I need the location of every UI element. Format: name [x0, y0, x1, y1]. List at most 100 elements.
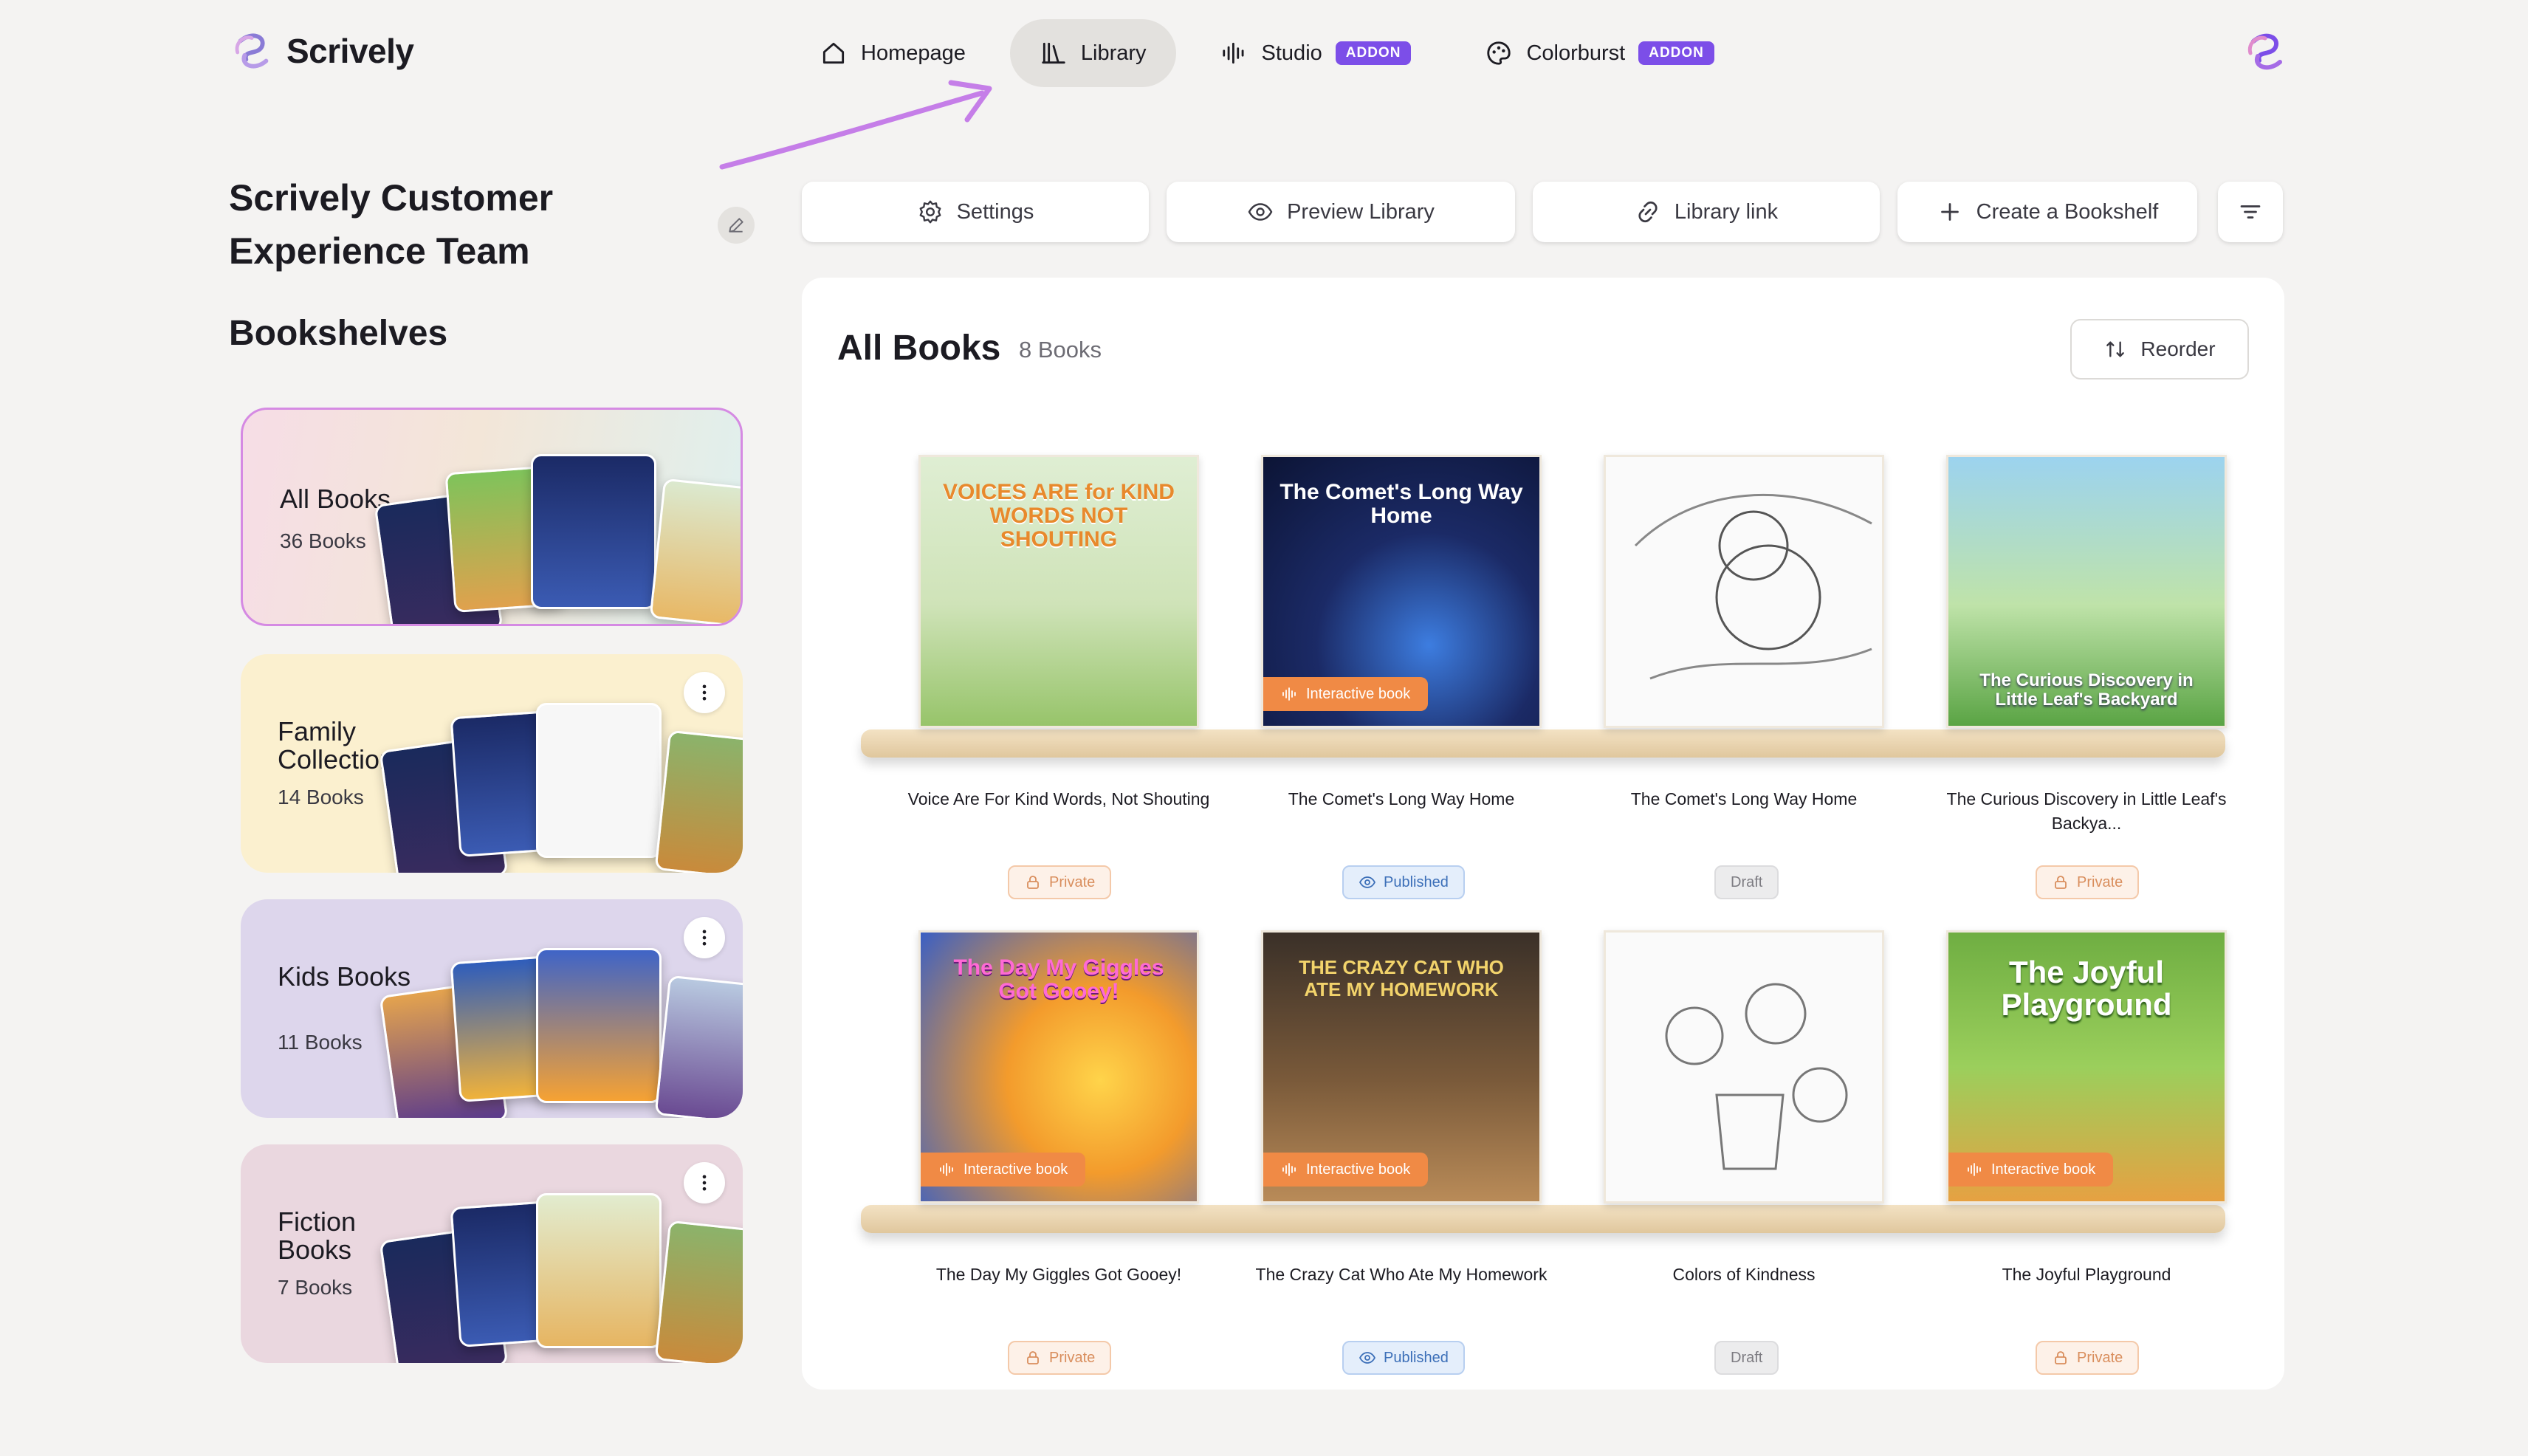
- mini-cover: [536, 948, 662, 1103]
- mini-cover: [531, 454, 656, 609]
- book-title: Voice Are For Kind Words, Not Shouting: [907, 789, 1210, 808]
- filter-icon: [2240, 205, 2261, 219]
- plus-icon: [1940, 203, 1959, 221]
- edit-team-button[interactable]: [718, 207, 755, 244]
- status-label: Published: [1384, 873, 1449, 890]
- bookshelf-options-button[interactable]: [684, 917, 725, 958]
- preview-library-button[interactable]: Preview Library: [1167, 182, 1515, 242]
- colorburst-addon-badge: ADDON: [1638, 41, 1714, 65]
- lock-icon: [2055, 876, 2067, 889]
- nav-homepage-label: Homepage: [861, 41, 966, 65]
- brand-name: Scrively: [286, 32, 414, 70]
- book-cover: VOICES ARE for KIND WORDS NOT SHOUTING: [918, 455, 1199, 728]
- bookshelf-kids-books[interactable]: Kids Books 11 Books: [241, 899, 743, 1118]
- sort-arrows-icon: [2106, 341, 2125, 357]
- book-cover: [1604, 930, 1884, 1203]
- create-bookshelf-button[interactable]: Create a Bookshelf: [1897, 182, 2197, 242]
- mini-cover: [654, 975, 743, 1118]
- more-vertical-icon: [702, 930, 707, 946]
- shelf-board: [861, 1205, 2225, 1233]
- shelf-board: [861, 729, 2225, 758]
- book-count: 8 Books: [1019, 337, 1102, 363]
- book-title: The Comet's Long Way Home: [1630, 789, 1858, 808]
- status-label: Private: [2077, 873, 2123, 890]
- line-art-illustration-icon: [1634, 494, 1872, 680]
- nav-studio[interactable]: Studio ADDON: [1191, 19, 1441, 87]
- interactive-tag-label: Interactive book: [1306, 685, 1411, 702]
- pencil-icon: [729, 218, 743, 233]
- mini-cover: [649, 478, 741, 624]
- bookshelf-all-books[interactable]: All Books 36 Books: [241, 408, 743, 626]
- more-vertical-icon: [702, 684, 707, 701]
- nav-colorburst-label: Colorburst: [1526, 41, 1626, 65]
- status-label: Published: [1384, 1349, 1449, 1366]
- audio-wave-icon: [1968, 1163, 1981, 1176]
- status-label: Draft: [1731, 1349, 1763, 1366]
- book-cover: THE CRAZY CAT WHO ATE MY HOMEWORK Intera…: [1261, 930, 1542, 1203]
- status-label: Private: [2077, 1349, 2123, 1366]
- more-vertical-icon: [702, 1175, 707, 1191]
- status-badge: Private: [2036, 1341, 2140, 1375]
- interactive-tag-label: Interactive book: [1306, 1161, 1411, 1178]
- audio-wave-icon: [1282, 1163, 1296, 1176]
- book-cover: The Joyful Playground Interactive book: [1946, 930, 2227, 1203]
- panel-title: All Books: [837, 329, 1001, 368]
- audio-wave-icon: [940, 1163, 953, 1176]
- preview-library-label: Preview Library: [1287, 199, 1435, 224]
- bookshelf-family-collection[interactable]: Family Collection 14 Books: [241, 654, 743, 873]
- status-badge: Private: [2036, 865, 2140, 899]
- cover-title: The Comet's Long Way Home: [1280, 480, 1523, 528]
- status-label: Private: [1049, 873, 1096, 890]
- book-title: The Crazy Cat Who Ate My Homework: [1255, 1265, 1548, 1284]
- book-cover: The Curious Discovery in Little Leaf's B…: [1946, 455, 2227, 728]
- nav-studio-label: Studio: [1261, 41, 1322, 65]
- status-badge: Draft: [1714, 865, 1779, 899]
- library-link-button[interactable]: Library link: [1533, 182, 1880, 242]
- settings-button[interactable]: Settings: [802, 182, 1149, 242]
- book-title: The Curious Discovery in Little Leaf's B…: [1946, 789, 2227, 833]
- interactive-tag: Interactive book: [1263, 677, 1429, 711]
- line-art-illustration-icon: [1665, 983, 1848, 1170]
- bookshelf-options-button[interactable]: [684, 1162, 725, 1203]
- brand-logo[interactable]: Scrively: [230, 28, 414, 74]
- cover-title: The Curious Discovery in Little Leaf's B…: [1979, 670, 2194, 710]
- bookshelf-fiction-books[interactable]: Fiction Books 7 Books: [241, 1144, 743, 1363]
- home-icon: [822, 42, 845, 64]
- library-icon: [1042, 42, 1065, 64]
- book-cover: The Day My Giggles Got Gooey! Interactiv…: [918, 930, 1199, 1203]
- team-name: Scrively Customer Experience Team: [229, 177, 554, 272]
- interactive-tag-label: Interactive book: [1991, 1161, 2096, 1178]
- nav-library[interactable]: Library: [1009, 19, 1176, 87]
- status-label: Private: [1049, 1349, 1096, 1366]
- book-title: The Joyful Playground: [2002, 1265, 2171, 1284]
- status-badge: Published: [1342, 865, 1465, 899]
- interactive-tag: Interactive book: [1263, 1153, 1429, 1187]
- nav-colorburst[interactable]: Colorburst ADDON: [1455, 19, 1743, 87]
- profile-avatar-icon[interactable]: [2243, 28, 2290, 75]
- books-panel: All Books 8 Books Reorder VOICES ARE for…: [802, 278, 2284, 1390]
- status-badge: Published: [1342, 1341, 1465, 1375]
- status-badge: Draft: [1714, 1341, 1779, 1375]
- top-bar: Scrively Homepage Library Studio ADDON C…: [0, 0, 2528, 111]
- book-title: The Comet's Long Way Home: [1288, 789, 1515, 808]
- lock-icon: [1027, 1351, 1039, 1364]
- nav-library-label: Library: [1080, 41, 1147, 65]
- mini-cover: [654, 1220, 743, 1363]
- cover-title: VOICES ARE for KIND WORDS NOT SHOUTING: [943, 480, 1175, 552]
- bookshelves-heading: Bookshelves: [229, 314, 448, 353]
- status-badge: Private: [1008, 1341, 1112, 1375]
- eye-icon: [1359, 876, 1376, 888]
- mini-cover: [654, 729, 743, 873]
- filter-button[interactable]: [2218, 182, 2283, 242]
- create-bookshelf-label: Create a Bookshelf: [1976, 199, 2159, 224]
- bookshelf-options-button[interactable]: [684, 672, 725, 713]
- annotation-arrow-icon: [719, 80, 992, 170]
- reorder-button[interactable]: Reorder: [2070, 319, 2249, 380]
- settings-label: Settings: [956, 199, 1034, 224]
- cover-title: The Joyful Playground: [2001, 955, 2172, 1022]
- status-badge: Private: [1008, 865, 1112, 899]
- bookshelf-count: 7 Books: [278, 1276, 353, 1299]
- audio-wave-icon: [1222, 42, 1244, 64]
- eye-icon: [1248, 203, 1273, 221]
- lock-icon: [2055, 1351, 2067, 1364]
